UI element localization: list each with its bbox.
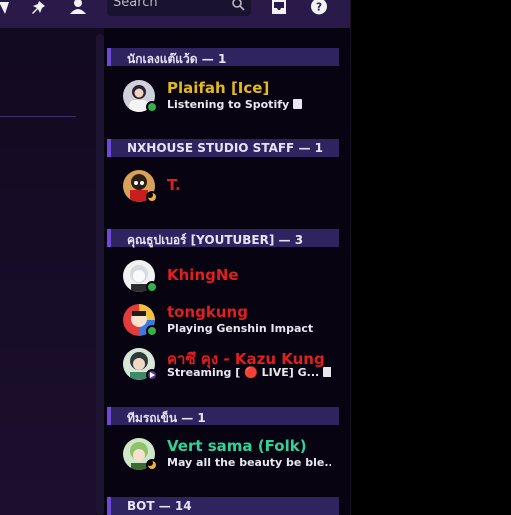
section-title: นักเลงแต๊แว้ด [127,52,198,66]
inbox-icon[interactable] [268,0,290,16]
section-count: — 1 [181,411,206,425]
member-item[interactable]: Vert sama (Folk) May all the beauty be b… [123,435,339,473]
section-count: — 14 [158,499,192,513]
section-header: NXHOUSE STUDIO STAFF — 1 [107,139,339,157]
member-item[interactable]: tongkung Playing Genshin Impact [123,301,339,339]
pin-icon[interactable] [28,0,50,16]
section-count: — 3 [278,233,304,247]
chat-area [0,28,96,515]
section-title: ทีมรถเข็น [127,411,178,425]
member-name: T. [167,176,181,194]
thread-icon[interactable] [0,0,16,16]
status-streaming-icon [146,369,158,381]
member-activity: Listening to Spotify [167,98,303,111]
search-icon [232,0,245,11]
member-name: Plaifah [Ice] [167,79,270,97]
svg-text:?: ? [316,1,322,13]
member-name: KhingNe [167,266,239,284]
member-activity: Streaming [ 🔴 LIVE] G... [167,366,331,379]
member-item[interactable]: Plaifah [Ice] Listening to Spotify [123,77,339,115]
rich-presence-icon [323,367,331,377]
help-icon[interactable]: ? [308,0,330,16]
section-title: BOT [127,499,155,513]
chat-scrollbar-thumb[interactable] [96,34,104,515]
status-online-icon [146,101,158,113]
status-idle-icon [146,191,158,203]
status-online-icon [146,325,158,337]
section-header: นักเลงแต๊แว้ด — 1 [107,48,339,66]
section-title: NXHOUSE STUDIO STAFF [127,141,295,155]
section-title: คุณธูปเบอร์ [YOUTUBER] [127,233,275,247]
background-area [350,0,511,515]
member-item[interactable]: คาซึ คุง - Kazu Kung Streaming [ 🔴 LIVE]… [123,345,339,383]
message-divider [0,116,76,117]
search-placeholder: Search [113,0,158,10]
member-activity: Playing Genshin Impact [167,322,314,335]
section-header: คุณธูปเบอร์ [YOUTUBER] — 3 [107,229,339,247]
member-name: Vert sama (Folk) [167,437,307,455]
status-online-icon [146,281,158,293]
section-count: — 1 [298,141,323,155]
member-activity: May all the beauty be ble... [167,456,331,469]
member-item[interactable]: T. [123,167,339,205]
section-header: ทีมรถเข็น — 1 [107,407,339,425]
channel-toolbar: Search ? [0,0,350,28]
member-name: tongkung [167,303,248,321]
section-header: BOT — 14 [107,497,339,515]
discord-window: Search ? นักเลงแต๊แว้ด — 1 Plaifah [Ice] [0,0,350,515]
rich-presence-icon [293,99,303,109]
member-list: นักเลงแต๊แว้ด — 1 Plaifah [Ice] Listenin… [104,28,350,515]
search-input[interactable]: Search [107,0,251,16]
status-idle-icon [146,459,158,471]
member-item[interactable]: KhingNe [123,257,339,295]
section-count: — 1 [201,52,227,66]
members-icon[interactable] [67,0,89,16]
